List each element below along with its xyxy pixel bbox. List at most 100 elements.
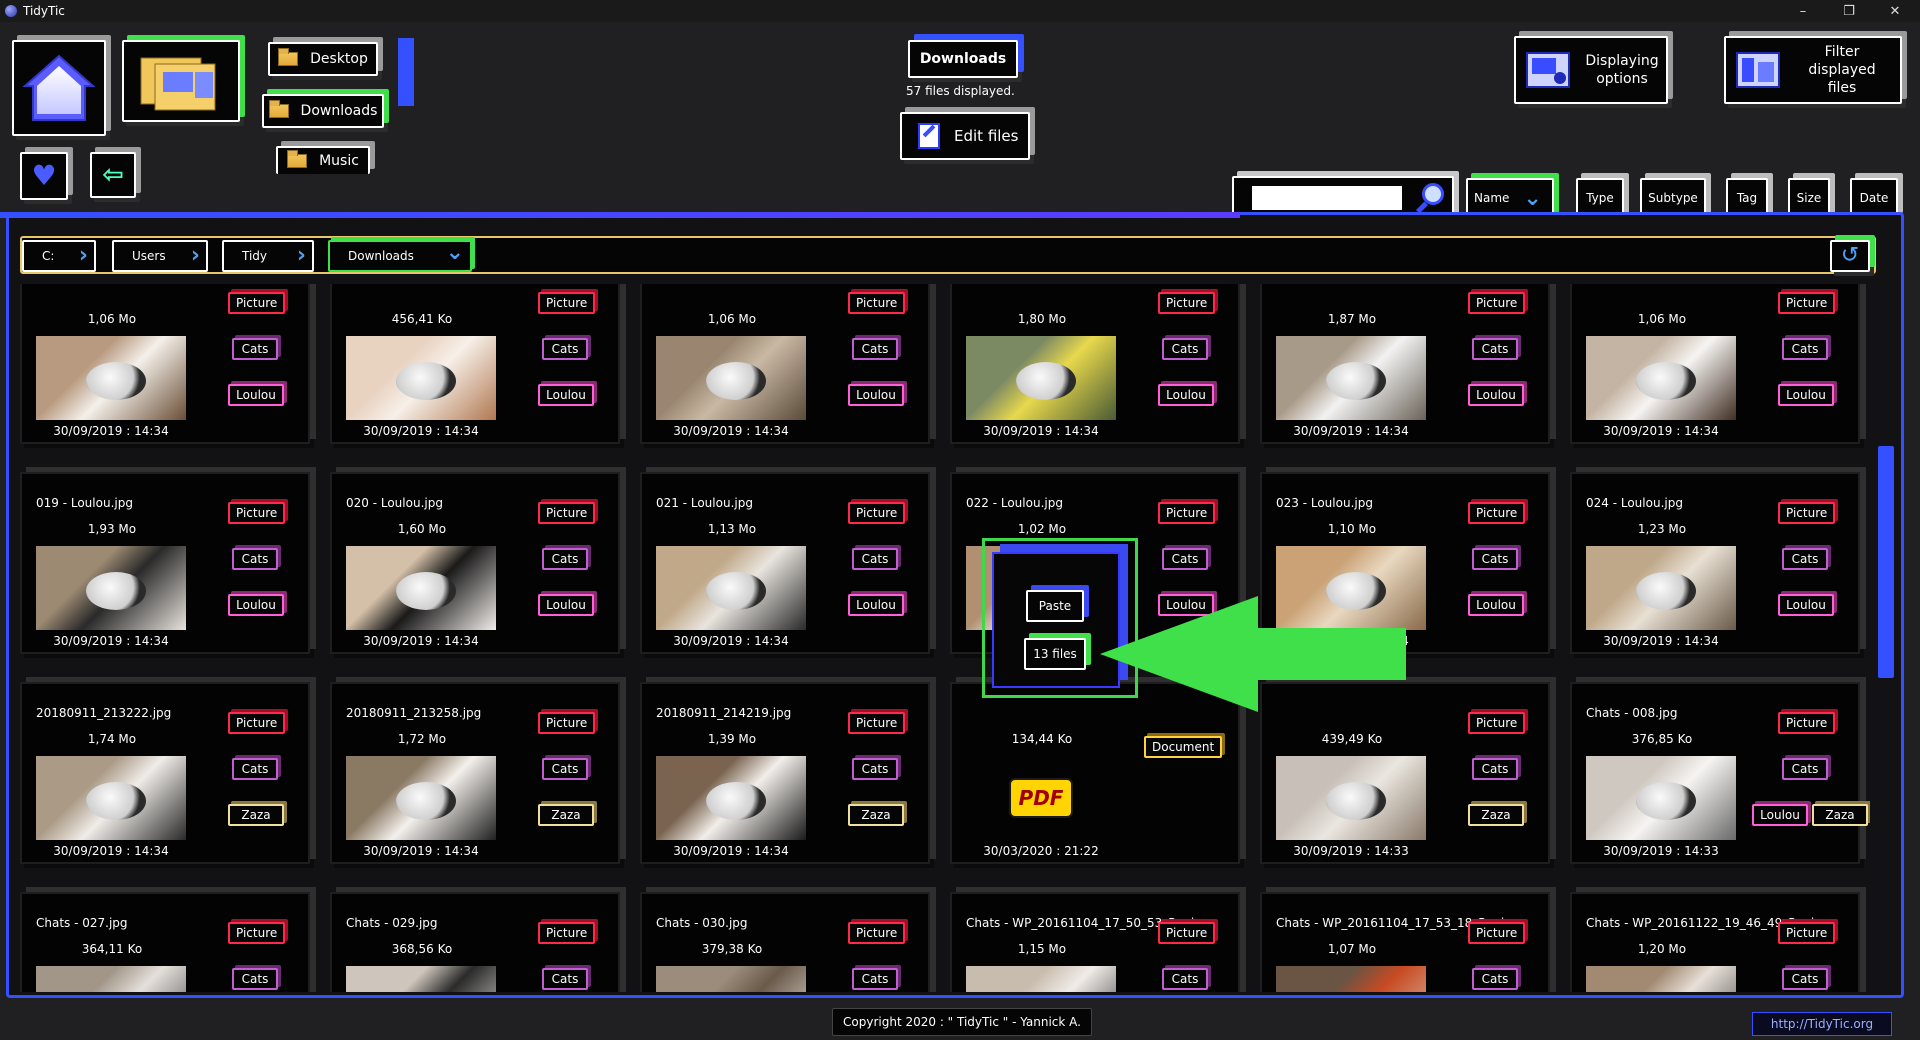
nav-desktop-button[interactable]: Desktop <box>268 42 378 76</box>
tag-picture[interactable]: Picture <box>1158 922 1216 944</box>
close-button[interactable]: ✕ <box>1872 0 1918 22</box>
nav-scrollbar[interactable] <box>398 38 414 106</box>
tag-cats[interactable]: Cats <box>542 758 588 780</box>
file-card[interactable]: Chats - WP_20161104_17_50_53_Pro.jpg 1,15… <box>950 892 1240 992</box>
tag-picture[interactable]: Picture <box>848 712 906 734</box>
folders-button[interactable] <box>122 40 240 122</box>
tag-picture[interactable]: Picture <box>1778 922 1836 944</box>
tag-cats[interactable]: Cats <box>232 338 278 360</box>
file-card[interactable]: Chats - WP_20161122_19_46_49_Pro.jpg 1,20… <box>1570 892 1860 992</box>
file-card[interactable]: 1,80 Mo 30/09/2019 : 14:34 Picture Cats Loul… <box>950 284 1240 444</box>
file-card[interactable]: 20180911_213258.jpg 1,72 Mo 30/09/2019 : 1… <box>330 682 620 864</box>
tag-loulou[interactable]: Loulou <box>1778 384 1834 406</box>
files-count-button[interactable]: 13 files <box>1024 638 1086 670</box>
breadcrumb-tidy[interactable]: Tidy › <box>222 240 314 272</box>
tag-cats[interactable]: Cats <box>852 758 898 780</box>
breadcrumb-c[interactable]: C: › <box>22 240 96 272</box>
tag-zaza[interactable]: Zaza <box>538 804 594 826</box>
file-card[interactable]: 021 - Loulou.jpg 1,13 Mo 30/09/2019 : 14:3… <box>640 472 930 654</box>
file-card[interactable]: Chats - 008.jpg 376,85 Ko 30/09/2019 : 14:… <box>1570 682 1868 864</box>
tag-zaza[interactable]: Zaza <box>228 804 284 826</box>
tag-picture[interactable]: Picture <box>1468 292 1526 314</box>
tag-cats[interactable]: Cats <box>1782 758 1828 780</box>
tag-picture[interactable]: Picture <box>228 292 286 314</box>
tag-cats[interactable]: Cats <box>542 968 588 990</box>
tag-cats[interactable]: Cats <box>852 968 898 990</box>
file-card[interactable]: 20180911_214219.jpg 1,39 Mo 30/09/2019 : 1… <box>640 682 930 864</box>
minimize-button[interactable]: – <box>1780 0 1826 22</box>
tag-zaza[interactable]: Zaza <box>848 804 904 826</box>
tag-picture[interactable]: Picture <box>848 502 906 524</box>
tag-loulou[interactable]: Loulou <box>1158 384 1214 406</box>
displaying-options-button[interactable]: Displaying options <box>1514 36 1668 104</box>
tag-loulou[interactable]: Loulou <box>1468 594 1524 616</box>
grid-scrollbar[interactable] <box>1878 446 1894 678</box>
tag-picture[interactable]: Picture <box>1468 502 1526 524</box>
paste-button[interactable]: Paste <box>1026 590 1084 622</box>
file-card[interactable]: Chats - 030.jpg 379,38 Ko Picture Cats <box>640 892 930 992</box>
tag-cats[interactable]: Cats <box>1472 968 1518 990</box>
tag-picture[interactable]: Picture <box>1468 922 1526 944</box>
file-card[interactable]: 1,06 Mo 30/09/2019 : 14:34 Picture Cats Loul… <box>20 284 310 444</box>
file-card[interactable]: 1,06 Mo 30/09/2019 : 14:34 Picture Cats Loul… <box>640 284 930 444</box>
tag-cats[interactable]: Cats <box>232 968 278 990</box>
tag-loulou[interactable]: Loulou <box>848 594 904 616</box>
filter-files-button[interactable]: Filter displayed files <box>1724 36 1902 104</box>
file-card[interactable]: 020 - Loulou.jpg 1,60 Mo 30/09/2019 : 14:3… <box>330 472 620 654</box>
tag-cats[interactable]: Cats <box>852 338 898 360</box>
tag-document[interactable]: Document <box>1144 736 1223 758</box>
file-card[interactable]: Chats - WP_20161104_17_53_18_Pro.jpg 1,07… <box>1260 892 1550 992</box>
tag-picture[interactable]: Picture <box>848 292 906 314</box>
tag-loulou[interactable]: Loulou <box>1468 384 1524 406</box>
maximize-button[interactable]: ❐ <box>1826 0 1872 22</box>
tag-cats[interactable]: Cats <box>542 548 588 570</box>
tag-picture[interactable]: Picture <box>538 712 596 734</box>
favorites-button[interactable]: ♥ <box>20 152 68 200</box>
tag-picture[interactable]: Picture <box>228 502 286 524</box>
tag-picture[interactable]: Picture <box>538 292 596 314</box>
tag-picture[interactable]: Picture <box>1778 292 1836 314</box>
tag-cats[interactable]: Cats <box>852 548 898 570</box>
file-card[interactable]: 1,87 Mo 30/09/2019 : 14:34 Picture Cats Loul… <box>1260 284 1550 444</box>
tag-loulou[interactable]: Loulou <box>538 384 594 406</box>
nav-music-button[interactable]: Music <box>276 146 370 174</box>
search-icon[interactable] <box>1415 183 1446 214</box>
file-card[interactable]: 1,06 Mo 30/09/2019 : 14:34 Picture Cats Loul… <box>1570 284 1860 444</box>
file-card[interactable]: Chats - 027.jpg 364,11 Ko Picture Cats <box>20 892 310 992</box>
website-link[interactable]: http://TidyTic.org <box>1752 1012 1892 1036</box>
breadcrumb-users[interactable]: Users › <box>112 240 208 272</box>
tag-loulou[interactable]: Loulou <box>848 384 904 406</box>
file-card[interactable]: 20180911_213222.jpg 1,74 Mo 30/09/2019 : 1… <box>20 682 310 864</box>
file-card[interactable]: 024 - Loulou.jpg 1,23 Mo 30/09/2019 : 14:3… <box>1570 472 1860 654</box>
tag-cats[interactable]: Cats <box>1782 548 1828 570</box>
search-input[interactable] <box>1252 186 1402 210</box>
tag-cats[interactable]: Cats <box>1162 968 1208 990</box>
breadcrumb-downloads[interactable]: Downloads ⌄ <box>328 240 472 272</box>
tag-cats[interactable]: Cats <box>542 338 588 360</box>
tag-cats[interactable]: Cats <box>1472 548 1518 570</box>
tag-picture[interactable]: Picture <box>1158 502 1216 524</box>
tag-cats[interactable]: Cats <box>1162 338 1208 360</box>
file-card[interactable]: 456,41 Ko 30/09/2019 : 14:34 Picture Cats Lo… <box>330 284 620 444</box>
tag-picture[interactable]: Picture <box>848 922 906 944</box>
tag-picture[interactable]: Picture <box>228 712 286 734</box>
tag-cats[interactable]: Cats <box>1782 968 1828 990</box>
tag-picture[interactable]: Picture <box>538 502 596 524</box>
tag-zaza[interactable]: Zaza <box>1468 804 1524 826</box>
tag-cats[interactable]: Cats <box>1782 338 1828 360</box>
tag-loulou[interactable]: Loulou <box>1778 594 1834 616</box>
tag-loulou[interactable]: Loulou <box>228 384 284 406</box>
tag-loulou[interactable]: Loulou <box>538 594 594 616</box>
refresh-button[interactable]: ↺ <box>1830 240 1870 272</box>
tag-cats[interactable]: Cats <box>1472 338 1518 360</box>
nav-downloads-button[interactable]: Downloads <box>262 94 384 128</box>
tag-loulou[interactable]: Loulou <box>1752 804 1808 826</box>
tag-cats[interactable]: Cats <box>232 548 278 570</box>
tag-zaza[interactable]: Zaza <box>1812 804 1868 826</box>
edit-files-button[interactable]: Edit files <box>900 112 1030 160</box>
home-button[interactable] <box>12 40 106 136</box>
file-card[interactable]: Chats - 029.jpg 368,56 Ko Picture Cats <box>330 892 620 992</box>
tag-picture[interactable]: Picture <box>1778 712 1836 734</box>
tag-cats[interactable]: Cats <box>1472 758 1518 780</box>
tag-picture[interactable]: Picture <box>1158 292 1216 314</box>
